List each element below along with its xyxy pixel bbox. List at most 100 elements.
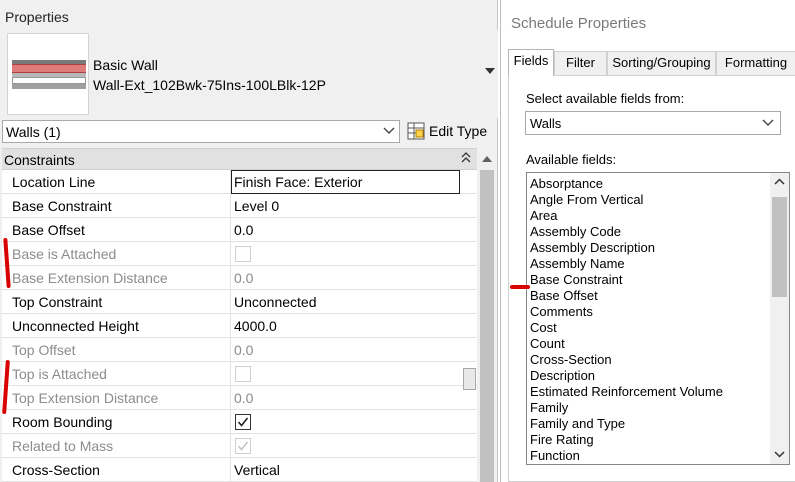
- dialog-titlebar[interactable]: Schedule Properties: [501, 0, 795, 46]
- property-value[interactable]: Finish Face: Exterior: [231, 170, 460, 194]
- edit-type-icon: [407, 122, 425, 140]
- scroll-thumb[interactable]: [480, 170, 494, 482]
- property-row: Top Extension Distance 0.0: [2, 386, 477, 410]
- dialog-title: Schedule Properties: [511, 15, 647, 32]
- property-value: 0.0: [234, 270, 254, 286]
- property-name: Related to Mass: [2, 434, 231, 458]
- field-list-item[interactable]: Assembly Description: [530, 240, 655, 256]
- element-filter-select[interactable]: Walls (1): [2, 120, 400, 143]
- chevron-down-icon: [762, 119, 774, 126]
- property-row[interactable]: Cross-Section Vertical: [2, 458, 477, 482]
- property-name: Unconnected Height: [2, 314, 231, 338]
- field-list-item[interactable]: Fire Rating: [530, 432, 594, 448]
- type-selector[interactable]: Basic Wall Wall-Ext_102Bwk-75Ins-100LBlk…: [2, 30, 498, 118]
- dialog-tabs: Fields Filter Sorting/Grouping Formattin…: [508, 49, 795, 76]
- property-name: Top is Attached: [2, 362, 231, 386]
- field-list-item[interactable]: Estimated Reinforcement Volume: [530, 384, 723, 400]
- collapse-chevrons-icon[interactable]: [461, 152, 471, 164]
- property-name: Base Constraint: [2, 194, 231, 218]
- palette-title: Properties: [5, 9, 69, 25]
- category-select-value: Walls: [530, 116, 562, 131]
- property-value[interactable]: 0.0: [231, 218, 461, 242]
- property-checkbox: [231, 362, 461, 386]
- value-scroll-thumb[interactable]: [463, 368, 476, 390]
- instance-properties-grid: Constraints Location Line Finish Face: Ex…: [2, 148, 477, 482]
- tab-fields[interactable]: Fields: [508, 49, 554, 76]
- field-list-item[interactable]: Base Constraint: [530, 272, 623, 288]
- palette-scrollbar[interactable]: [477, 148, 497, 482]
- property-value[interactable]: Vertical: [231, 458, 461, 482]
- property-row[interactable]: Base Offset 0.0: [2, 218, 477, 242]
- schedule-properties-dialog: Schedule Properties Fields Filter Sortin…: [500, 0, 795, 482]
- type-family-label: Basic Wall: [93, 57, 158, 73]
- fields-list-scrollbar[interactable]: [770, 173, 789, 464]
- property-name: Location Line: [2, 170, 231, 194]
- property-name: Top Constraint: [2, 290, 231, 314]
- field-list-item[interactable]: Cross-Section: [530, 352, 612, 368]
- field-list-item[interactable]: Angle From Vertical: [530, 192, 643, 208]
- property-checkbox[interactable]: [231, 410, 461, 434]
- checked-checkbox-icon[interactable]: [235, 414, 251, 430]
- checkbox-icon: [235, 366, 251, 382]
- property-row: Top is Attached: [2, 362, 477, 386]
- wall-type-preview-image: [7, 33, 89, 115]
- property-value[interactable]: Level 0: [231, 194, 461, 218]
- field-list-item[interactable]: Area: [530, 208, 557, 224]
- element-filter-value: Walls (1): [6, 124, 61, 140]
- select-fields-from-label: Select available fields from:: [526, 91, 685, 106]
- field-list-item[interactable]: Cost: [530, 320, 557, 336]
- field-list-item[interactable]: Function: [530, 448, 580, 464]
- property-name: Room Bounding: [2, 410, 231, 434]
- property-name: Top Extension Distance: [2, 386, 231, 410]
- scroll-up-arrow-icon[interactable]: [774, 178, 785, 186]
- scroll-down-arrow-icon[interactable]: [774, 450, 785, 458]
- properties-palette: Properties Basic Wall Wall-Ext_102Bwk-75…: [0, 0, 498, 482]
- field-list-item[interactable]: Family and Type: [530, 416, 625, 432]
- property-value: 0.0: [234, 390, 254, 406]
- property-name: Base Offset: [2, 218, 231, 242]
- field-list-item[interactable]: Description: [530, 368, 595, 384]
- tab-sorting-grouping[interactable]: Sorting/Grouping: [607, 51, 716, 75]
- group-label: Constraints: [4, 152, 75, 168]
- field-list-item[interactable]: Absorptance: [530, 176, 603, 192]
- checked-checkbox-icon: [235, 438, 251, 454]
- property-row[interactable]: Top Constraint Unconnected: [2, 290, 477, 314]
- edit-type-button[interactable]: Edit Type: [405, 120, 495, 143]
- tab-filter[interactable]: Filter: [554, 51, 607, 75]
- property-row[interactable]: Unconnected Height 4000.0: [2, 314, 477, 338]
- fields-scroll-thumb[interactable]: [772, 197, 787, 297]
- field-list-item[interactable]: Base Offset: [530, 288, 598, 304]
- property-value[interactable]: 4000.0: [231, 314, 461, 338]
- property-row[interactable]: Base Constraint Level 0: [2, 194, 477, 218]
- field-list-item[interactable]: Count: [530, 336, 565, 352]
- property-row[interactable]: Room Bounding: [2, 410, 477, 434]
- available-fields-label: Available fields:: [526, 152, 617, 167]
- annotation-mark-base-constraint: [510, 285, 530, 289]
- scroll-up-arrow-icon[interactable]: [482, 156, 492, 162]
- property-name: Top Offset: [2, 338, 231, 362]
- chevron-down-icon: [383, 127, 395, 134]
- property-row: Top Offset 0.0: [2, 338, 477, 362]
- property-row: Base Extension Distance 0.0: [2, 266, 477, 290]
- property-row: Base is Attached: [2, 242, 477, 266]
- property-name: Cross-Section: [2, 458, 231, 482]
- property-checkbox: [231, 434, 461, 458]
- property-row[interactable]: Location Line Finish Face: Exterior: [2, 170, 477, 194]
- available-fields-list[interactable]: Absorptance Angle From Vertical Area Assemb…: [526, 172, 790, 465]
- tab-formatting[interactable]: Formatting: [716, 51, 795, 75]
- field-list-item[interactable]: Family: [530, 400, 568, 416]
- property-row: Related to Mass: [2, 434, 477, 458]
- field-list-item[interactable]: Assembly Name: [530, 256, 625, 272]
- type-name-label: Wall-Ext_102Bwk-75Ins-100LBlk-12P: [93, 77, 326, 93]
- edit-type-label: Edit Type: [429, 123, 488, 139]
- field-list-item[interactable]: Comments: [530, 304, 593, 320]
- category-select[interactable]: Walls: [525, 111, 781, 135]
- property-checkbox: [231, 242, 461, 266]
- property-name: Base Extension Distance: [2, 266, 231, 290]
- property-value: 0.0: [234, 342, 254, 358]
- property-name: Base is Attached: [2, 242, 231, 266]
- field-list-item[interactable]: Assembly Code: [530, 224, 621, 240]
- type-dropdown-arrow-icon[interactable]: [485, 68, 495, 74]
- constraints-group-header[interactable]: Constraints: [2, 148, 477, 170]
- property-value[interactable]: Unconnected: [231, 290, 461, 314]
